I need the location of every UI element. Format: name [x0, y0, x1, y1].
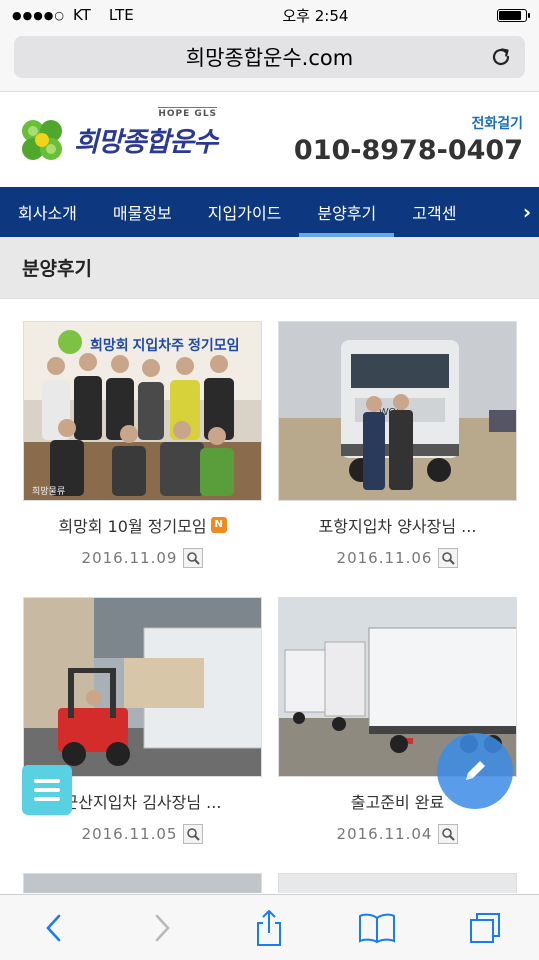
- nav-item-guide[interactable]: 지입가이드: [190, 187, 300, 237]
- post-date: 2016.11.09: [81, 549, 178, 567]
- battery-icon: [497, 8, 530, 22]
- magnify-icon[interactable]: [183, 824, 204, 844]
- signal-icon: ●●●●○: [12, 8, 65, 22]
- new-badge: N: [210, 517, 227, 533]
- carrier: KT: [73, 6, 91, 24]
- post-title[interactable]: 희망회 10월 정기모임 N: [23, 514, 262, 536]
- back-button[interactable]: [30, 904, 78, 952]
- hamburger-icon-bar: [34, 797, 60, 801]
- post-thumbnail[interactable]: [23, 597, 262, 777]
- reload-icon[interactable]: [489, 45, 513, 69]
- share-button[interactable]: [245, 904, 293, 952]
- nav-scroll-right-icon[interactable]: ›: [515, 187, 539, 237]
- post-date: 2016.11.04: [336, 825, 433, 843]
- post-date-row: 2016.11.05: [23, 824, 262, 844]
- post-card[interactable]: 군산지입차 김사장님 ... 2016.11.05: [23, 597, 262, 873]
- post-date-row: 2016.11.04: [278, 824, 517, 844]
- hamburger-icon-bar: [34, 788, 60, 792]
- post-date: 2016.11.05: [81, 825, 178, 843]
- logo-text: 희망종합운수: [74, 127, 218, 158]
- url-text: 희망종합운수.com: [185, 46, 354, 70]
- write-post-button[interactable]: [437, 733, 513, 809]
- site-header: HOPE GLS 희망종합운수 전화걸기 010-8978-0407: [0, 92, 539, 187]
- address-bar-area: 희망종합운수.com: [0, 30, 539, 92]
- tabs-icon: [470, 912, 501, 943]
- menu-button[interactable]: [22, 765, 72, 815]
- address-bar[interactable]: 희망종합운수.com: [14, 36, 525, 78]
- network-type: LTE: [108, 6, 134, 24]
- forklift-photo-image: [24, 598, 261, 776]
- chevron-right-icon: [155, 914, 170, 941]
- post-card[interactable]: WOO 포항지입차 양사장님 ... 2016.11.06: [278, 321, 517, 597]
- group-photo-image: 희망회 지입차주 정기모임 희망물류: [24, 322, 261, 500]
- phone-block[interactable]: 전화걸기 010-8978-0407: [294, 113, 523, 166]
- bookmarks-button[interactable]: [353, 904, 401, 952]
- chevron-left-icon: [46, 914, 61, 941]
- post-date-row: 2016.11.09: [23, 548, 262, 568]
- post-thumbnail[interactable]: 희망회 지입차주 정기모임 희망물류: [23, 321, 262, 501]
- book-icon: [359, 913, 396, 943]
- page-title: 분양후기: [0, 237, 539, 299]
- call-label[interactable]: 전화걸기: [294, 113, 523, 133]
- logo-subtitle: HOPE GLS: [158, 107, 218, 119]
- nav-item-listings[interactable]: 매물정보: [95, 187, 190, 237]
- nav-item-company[interactable]: 회사소개: [0, 187, 95, 237]
- hamburger-icon-bar: [34, 779, 60, 783]
- pencil-icon: [466, 761, 485, 780]
- status-bar: ●●●●○ KT LTE 오후 2:54: [0, 0, 539, 30]
- magnify-icon[interactable]: [183, 548, 204, 568]
- share-icon: [257, 909, 282, 946]
- phone-number[interactable]: 010-8978-0407: [294, 135, 523, 166]
- svg-text:희망물류: 희망물류: [32, 485, 65, 496]
- post-card[interactable]: 희망회 지입차주 정기모임 희망물류 희망회 10월 정기모임 N 2016.1…: [23, 321, 262, 597]
- post-title-text[interactable]: 희망회 10월 정기모임: [58, 513, 206, 537]
- clock: 오후 2:54: [282, 6, 349, 25]
- post-title-text[interactable]: 포항지입차 양사장님 ...: [319, 513, 477, 537]
- post-thumbnail[interactable]: [278, 873, 517, 893]
- magnify-icon[interactable]: [438, 824, 459, 844]
- post-date: 2016.11.06: [336, 549, 433, 567]
- post-thumbnail[interactable]: WOO: [278, 321, 517, 501]
- main-nav: 회사소개 매물정보 지입가이드 분양후기 고객센 ›: [0, 187, 539, 237]
- post-title-text[interactable]: 군산지입차 김사장님 ...: [64, 789, 222, 813]
- tabs-button[interactable]: [461, 904, 509, 952]
- post-grid-next-row: [0, 873, 539, 893]
- post-date-row: 2016.11.06: [278, 548, 517, 568]
- nav-item-reviews[interactable]: 분양후기: [299, 187, 395, 237]
- post-title[interactable]: 포항지입차 양사장님 ...: [278, 514, 517, 536]
- nav-item-support[interactable]: 고객센: [394, 187, 474, 237]
- post-title-text[interactable]: 출고준비 완료: [351, 789, 444, 813]
- truck-photo-image: WOO: [279, 322, 516, 500]
- browser-toolbar: [0, 894, 539, 960]
- site-logo[interactable]: HOPE GLS 희망종합운수: [16, 107, 218, 166]
- forward-button[interactable]: [138, 904, 186, 952]
- thumb-caption: 희망회 지입차주 정기모임: [90, 337, 239, 353]
- clover-logo-icon: [22, 119, 62, 160]
- post-thumbnail[interactable]: [23, 873, 262, 893]
- magnify-icon[interactable]: [438, 548, 459, 568]
